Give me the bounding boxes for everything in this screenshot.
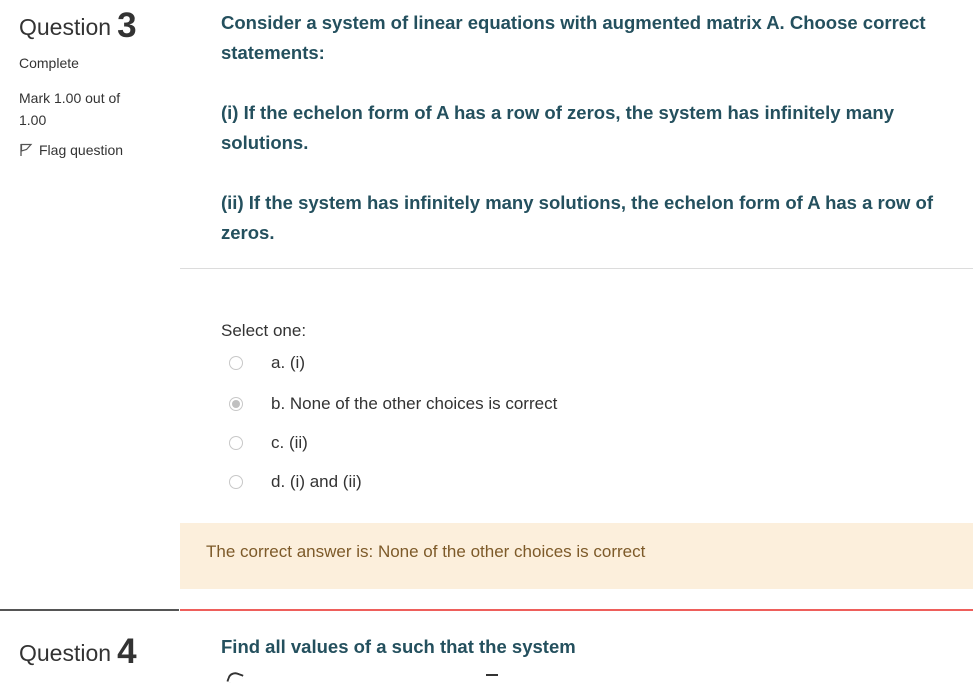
option-b-radio[interactable] [229, 397, 243, 411]
flag-question-label: Flag question [39, 142, 124, 158]
question-text-area: Consider a system of linear equations wi… [180, 0, 973, 269]
answer-area: Select one: a. (i) b. None of the other … [180, 269, 973, 523]
question-grade: Mark 1.00 out of 1.00 [19, 90, 121, 128]
question-statement: Consider a system of linear equations wi… [221, 12, 926, 63]
option-d-label: d. (i) and (ii) [271, 472, 362, 491]
option-c[interactable]: c. (ii) [221, 433, 308, 453]
option-d[interactable]: d. (i) and (ii) [221, 472, 362, 492]
question-state: Complete [19, 55, 79, 71]
option-c-radio[interactable] [229, 436, 243, 450]
option-a-radio[interactable] [229, 356, 243, 370]
statement-i: (i) If the echelon form of A has a row o… [221, 102, 894, 153]
correct-answer-feedback: The correct answer is: None of the other… [180, 523, 973, 589]
question-4-text: Find all values of a such that the syste… [221, 636, 576, 657]
question-4-title: Question 4 [19, 632, 137, 672]
question-4-label: Question [19, 640, 112, 666]
question-divider-left [0, 609, 179, 611]
question-number: 3 [117, 6, 137, 45]
question-divider-right [180, 609, 973, 611]
option-a-label: a. (i) [271, 353, 305, 372]
question-4-math-fragment-2 [486, 674, 498, 676]
option-c-label: c. (ii) [271, 433, 308, 452]
select-one-prompt: Select one: [221, 321, 307, 340]
question-4-number: 4 [117, 632, 137, 671]
option-a[interactable]: a. (i) [221, 353, 305, 373]
question-label: Question [19, 14, 112, 40]
option-b[interactable]: b. None of the other choices is correct [221, 394, 557, 414]
statement-ii: (ii) If the system has infinitely many s… [221, 192, 934, 243]
question-text: Consider a system of linear equations wi… [221, 8, 961, 278]
question-title: Question 3 [19, 6, 137, 46]
flag-icon [19, 143, 33, 157]
option-d-radio[interactable] [229, 475, 243, 489]
flag-question-link[interactable]: Flag question [19, 142, 123, 158]
correct-answer-text: The correct answer is: None of the other… [206, 542, 646, 561]
option-b-label: b. None of the other choices is correct [271, 394, 558, 413]
